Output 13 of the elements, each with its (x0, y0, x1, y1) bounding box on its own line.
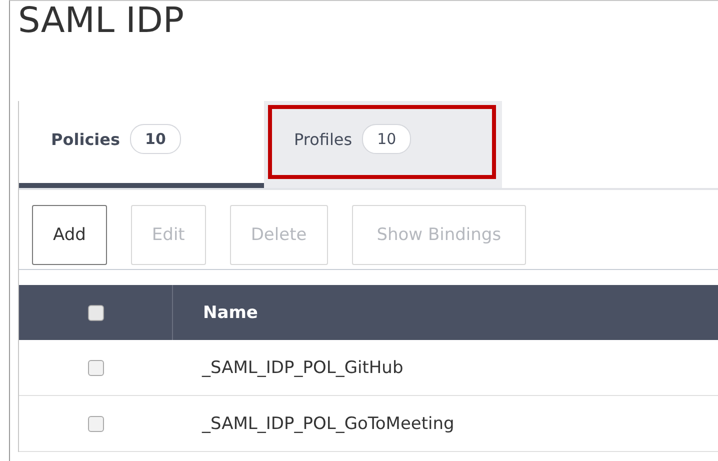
row-checkbox[interactable] (88, 360, 104, 376)
row-checkbox[interactable] (88, 416, 104, 432)
select-all-checkbox[interactable] (88, 304, 104, 320)
tab-label: Profiles (294, 130, 352, 148)
column-header[interactable]: Name (173, 302, 258, 322)
tab-label: Policies (51, 130, 120, 148)
count-badge: 10 (362, 124, 412, 154)
page-title: SAML IDP (18, 1, 186, 43)
table-cell-text: _SAML_IDP_POL_GoToMeeting (200, 414, 454, 434)
add-button[interactable]: Add (32, 205, 107, 265)
table-cell-text: _SAML_IDP_POL_GitHub (200, 358, 404, 378)
count-badge: 10 (130, 124, 181, 154)
tab[interactable]: Profiles 10 (264, 101, 502, 188)
